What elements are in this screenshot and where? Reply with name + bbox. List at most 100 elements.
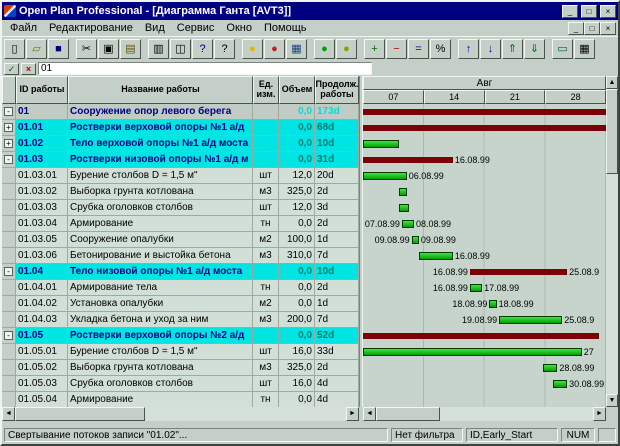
table-view-button[interactable]: ▦	[574, 39, 595, 59]
table-row[interactable]: 01.04.01 Армирование тела тн 0,0 2d	[2, 280, 359, 296]
gantt-task-bar[interactable]	[489, 300, 496, 308]
gantt-row: 16.08.9917.08.99	[363, 280, 606, 296]
gantt-summary-bar[interactable]	[470, 269, 567, 275]
gantt-task-bar[interactable]	[402, 220, 414, 228]
monitor-view-button[interactable]: ▭	[552, 39, 573, 59]
help-contents-button[interactable]: ?	[192, 39, 213, 59]
child-close-button[interactable]: ×	[600, 22, 616, 35]
link-activities-button[interactable]: =	[408, 39, 429, 59]
move-down-button[interactable]: ↓	[480, 39, 501, 59]
gantt-summary-bar[interactable]	[363, 125, 606, 131]
table-row[interactable]: 01.03.06 Бетонирование и выстойка бетона…	[2, 248, 359, 264]
gantt-task-bar[interactable]	[553, 380, 568, 388]
gantt-scroll-thumb[interactable]	[376, 407, 440, 421]
gantt-task-bar[interactable]	[412, 236, 419, 244]
table-row[interactable]: 01.03.04 Армирование тн 0,0 2d	[2, 216, 359, 232]
gantt-task-bar[interactable]	[363, 172, 407, 180]
table-row[interactable]: - 01.04 Тело низовой опоры №1 а/д моста …	[2, 264, 359, 280]
print-preview-button[interactable]: ◫	[170, 39, 191, 59]
table-row[interactable]: + 01.02 Тело верховой опоры №1 а/д моста…	[2, 136, 359, 152]
minimize-button[interactable]: _	[562, 5, 578, 18]
gantt-task-bar[interactable]	[363, 140, 399, 148]
table-row[interactable]: 01.03.01 Бурение столбов D = 1,5 м" шт 1…	[2, 168, 359, 184]
promote-button[interactable]: ⇑	[502, 39, 523, 59]
gantt-scroll-left-button[interactable]: ◄	[363, 407, 376, 421]
child-minimize-button[interactable]: _	[568, 22, 584, 35]
scroll-down-button[interactable]: ▼	[606, 394, 618, 407]
gantt-scroll-right-button[interactable]: ►	[593, 407, 606, 421]
gantt-summary-bar[interactable]	[363, 157, 453, 163]
close-button[interactable]: ×	[600, 5, 616, 18]
save-floppy-button[interactable]: ■	[48, 39, 69, 59]
percent-complete-button[interactable]: %	[430, 39, 451, 59]
table-row[interactable]: 01.03.05 Сооружение опалубки м2 100,0 1d	[2, 232, 359, 248]
gantt-summary-bar[interactable]	[363, 109, 606, 115]
paste-button[interactable]: ▤	[120, 39, 141, 59]
table-row[interactable]: 01.05.04 Армирование тн 0,0 4d	[2, 392, 359, 407]
menu-item-4[interactable]: Окно	[220, 21, 258, 35]
table-scroll-right-button[interactable]: ►	[346, 407, 359, 421]
gantt-task-bar[interactable]	[363, 348, 582, 356]
clock-green-button[interactable]: ●	[314, 39, 335, 59]
table-scroll-left-button[interactable]: ◄	[2, 407, 15, 421]
clock-olive-icon: ●	[343, 44, 350, 55]
menu-item-5[interactable]: Помощь	[258, 21, 313, 35]
new-document-button[interactable]: ▯	[4, 39, 25, 59]
table-row[interactable]: 01.04.02 Установка опалубки м2 0,0 1d	[2, 296, 359, 312]
collapse-button[interactable]: -	[4, 331, 13, 340]
cut-scissors-button[interactable]: ✂	[76, 39, 97, 59]
table-row[interactable]: 01.04.03 Укладка бетона и уход за ним м3…	[2, 312, 359, 328]
table-row[interactable]: - 01.03 Ростверки низовой опоры №1 а/д м…	[2, 152, 359, 168]
accept-button[interactable]: ✓	[4, 63, 19, 75]
print-button[interactable]: ▥	[148, 39, 169, 59]
gantt-task-bar[interactable]	[470, 284, 482, 292]
restore-button[interactable]: □	[581, 5, 597, 18]
move-up-button[interactable]: ↑	[458, 39, 479, 59]
gantt-task-bar[interactable]	[399, 204, 409, 212]
task-unit-cell	[253, 152, 279, 168]
task-name-cell: Ростверки верховой опоры №2 а/д	[68, 328, 253, 344]
task-volume-cell: 0,0	[279, 280, 315, 296]
table-row[interactable]: 01.05.01 Бурение столбов D = 1,5 м" шт 1…	[2, 344, 359, 360]
cancel-button[interactable]: ×	[21, 63, 36, 75]
gantt-task-bar[interactable]	[419, 252, 453, 260]
menu-item-2[interactable]: Вид	[139, 21, 171, 35]
collapse-button[interactable]: -	[4, 107, 13, 116]
menu-item-0[interactable]: Файл	[4, 21, 43, 35]
bar-finish-date-label: 16.08.99	[455, 155, 490, 165]
table-row[interactable]: 01.05.02 Выборка грунта котлована м3 325…	[2, 360, 359, 376]
gantt-task-bar[interactable]	[399, 188, 406, 196]
expand-button[interactable]: +	[4, 139, 13, 148]
delete-activity-button[interactable]: −	[386, 39, 407, 59]
table-row[interactable]: 01.05.03 Срубка оголовков столбов шт 16,…	[2, 376, 359, 392]
demote-button[interactable]: ⇓	[524, 39, 545, 59]
clock-yellow-button[interactable]: ●	[242, 39, 263, 59]
collapse-button[interactable]: -	[4, 155, 13, 164]
gantt-task-bar[interactable]	[499, 316, 562, 324]
clock-red-button[interactable]: ●	[264, 39, 285, 59]
gantt-summary-bar[interactable]	[363, 333, 599, 339]
expand-button[interactable]: +	[4, 123, 13, 132]
scroll-up-button[interactable]: ▲	[606, 76, 618, 89]
collapse-button[interactable]: -	[4, 267, 13, 276]
add-activity-button[interactable]: +	[364, 39, 385, 59]
table-row[interactable]: - 01 Сооружение опор левого берега 0,0 1…	[2, 104, 359, 120]
table-scroll-thumb[interactable]	[15, 407, 145, 421]
open-folder-button[interactable]: ▱	[26, 39, 47, 59]
vertical-scroll-thumb[interactable]	[606, 89, 618, 174]
clock-olive-button[interactable]: ●	[336, 39, 357, 59]
gantt-task-bar[interactable]	[543, 364, 558, 372]
child-restore-button[interactable]: □	[584, 22, 600, 35]
record-id-input[interactable]	[38, 62, 372, 75]
menu-item-1[interactable]: Редактирование	[43, 21, 139, 35]
copy-button[interactable]: ▣	[98, 39, 119, 59]
calculator-button[interactable]: ▦	[286, 39, 307, 59]
task-unit-cell	[253, 136, 279, 152]
table-row[interactable]: 01.03.03 Срубка оголовков столбов шт 12,…	[2, 200, 359, 216]
table-row[interactable]: - 01.05 Ростверки верховой опоры №2 а/д …	[2, 328, 359, 344]
gantt-row: 06.08.99	[363, 168, 606, 184]
menu-item-3[interactable]: Сервис	[171, 21, 221, 35]
context-help-button[interactable]: ?	[214, 39, 235, 59]
table-row[interactable]: 01.03.02 Выборка грунта котлована м3 325…	[2, 184, 359, 200]
table-row[interactable]: + 01.01 Ростверки верховой опоры №1 а/д …	[2, 120, 359, 136]
